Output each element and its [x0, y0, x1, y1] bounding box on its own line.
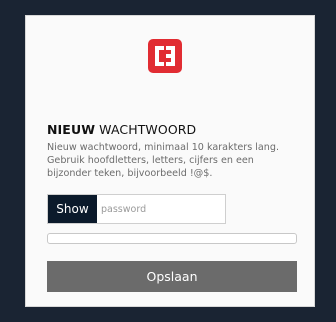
save-button[interactable]: Opslaan — [47, 261, 297, 292]
password-card: NIEUW WACHTWOORD Nieuw wachtwoord, minim… — [25, 15, 315, 307]
show-password-button[interactable]: Show — [48, 195, 97, 223]
c3-logo-icon — [148, 39, 182, 73]
page-title: NIEUW WACHTWOORD — [47, 122, 196, 137]
password-instructions: Nieuw wachtwoord, minimaal 10 karakters … — [47, 142, 280, 179]
password-field-group: Show — [47, 194, 226, 224]
title-bold: NIEUW — [47, 122, 96, 137]
password-input[interactable] — [97, 195, 225, 223]
title-rest: WACHTWOORD — [95, 122, 197, 137]
password-strength-bar — [47, 233, 297, 244]
